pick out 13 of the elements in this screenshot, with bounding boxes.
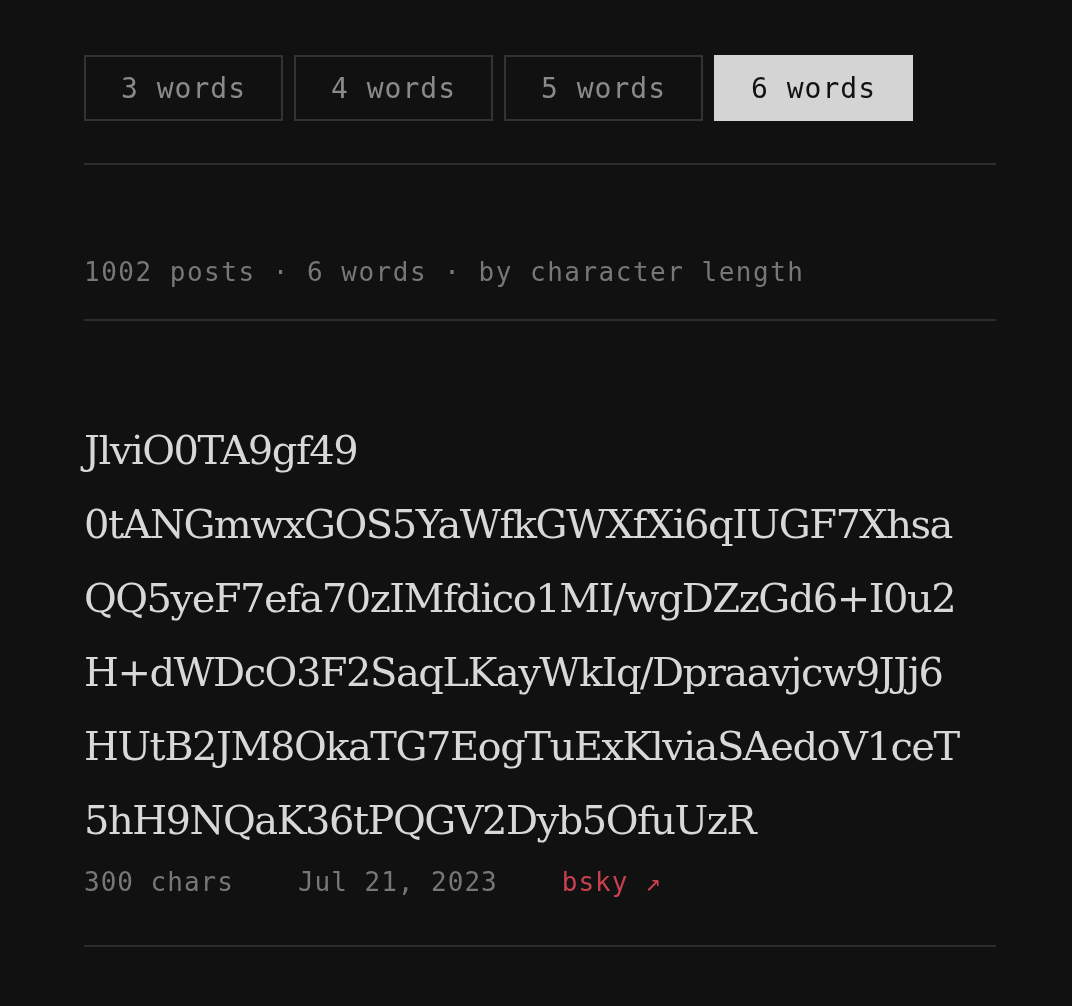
post-text-line: 0tANGmwxGOS5YaWfkGWXfXi6qIUGF7Xhsa (84, 500, 954, 549)
word-count-tab[interactable]: 6 words (714, 55, 913, 121)
post-date: Jul 21, 2023 (297, 867, 498, 897)
post-text-line: QQ5yeF7efa70zIMfdico1MI/wgDZzGd6+I0u2 (84, 574, 957, 623)
summary-text: 1002 posts · 6 words · by character length (84, 256, 806, 289)
word-count-tab[interactable]: 3 words (84, 55, 283, 121)
post-text-line: 5hH9NQaK36tPQGV2Dyb5OfuUzR (84, 796, 758, 845)
post-text-line: H+dWDcO3F2SaqLKayWkIq/Dpraavjcw9JJj6 (84, 648, 944, 697)
post-text-line: HUtB2JM8OkaTG7EogTuExKlviaSAedoV1ceT (84, 722, 961, 771)
bsky-link[interactable]: bsky ↗ (561, 867, 662, 897)
char-count: 300 chars (84, 867, 234, 897)
word-count-tab[interactable]: 4 words (294, 55, 493, 121)
word-count-tab[interactable]: 5 words (504, 55, 703, 121)
